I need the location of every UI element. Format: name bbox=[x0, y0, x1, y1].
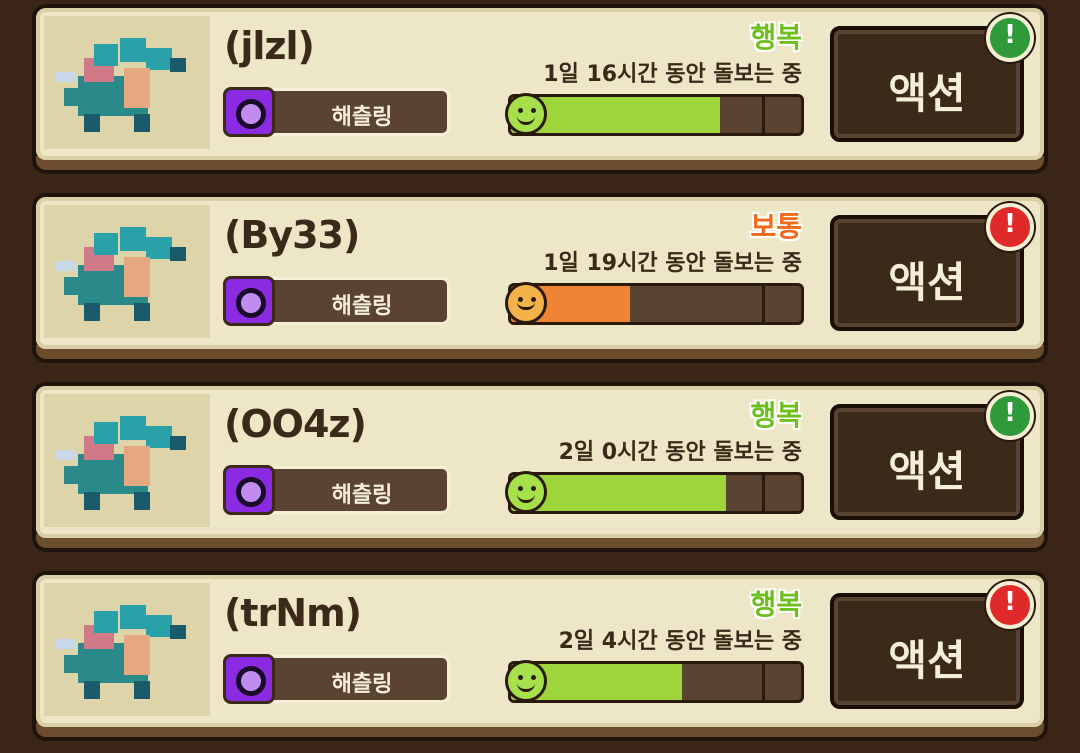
alert-badge-icon[interactable]: ! bbox=[986, 581, 1034, 629]
trait-chip: 해츨링 bbox=[223, 87, 450, 137]
ring-icon bbox=[223, 276, 275, 326]
ring-icon bbox=[223, 465, 275, 515]
pet-name: (jlzl) bbox=[224, 24, 315, 68]
happy-face-icon bbox=[505, 93, 547, 135]
bar-notch bbox=[762, 664, 765, 700]
care-time: 2일 4시간 동안 돌보는 중 bbox=[558, 629, 802, 654]
neutral-face-icon bbox=[505, 282, 547, 324]
exclamation-icon: ! bbox=[1004, 398, 1016, 428]
alert-badge-icon[interactable]: ! bbox=[986, 14, 1034, 62]
exclamation-icon: ! bbox=[1004, 20, 1016, 50]
mood-label: 행복 bbox=[750, 21, 802, 54]
care-time: 1일 19시간 동안 돌보는 중 bbox=[543, 251, 802, 276]
pet-name: (OO4z) bbox=[224, 402, 367, 446]
mood-bar bbox=[505, 660, 804, 703]
action-label: 액션 bbox=[888, 69, 966, 118]
pet-card[interactable]: (OO4z) 해츨링 행복 2일 0시간 동안 돌보는 중 액션 ! bbox=[32, 382, 1048, 552]
pet-card[interactable]: (trNm) 해츨링 행복 2일 4시간 동안 돌보는 중 액션 ! bbox=[32, 571, 1048, 741]
action-label: 액션 bbox=[888, 447, 966, 496]
ring-icon bbox=[223, 654, 275, 704]
mood-bar bbox=[505, 471, 804, 514]
dragon-portrait bbox=[56, 605, 186, 699]
mood-label: 행복 bbox=[750, 399, 802, 432]
pet-name: (trNm) bbox=[224, 591, 362, 635]
dragon-portrait bbox=[56, 416, 186, 510]
mood-bar bbox=[505, 93, 804, 136]
mood-bar bbox=[505, 282, 804, 325]
action-label: 액션 bbox=[888, 636, 966, 685]
trait-label: 해츨링 bbox=[331, 483, 393, 508]
pet-card[interactable]: (jlzl) 해츨링 행복 1일 16시간 동안 돌보는 중 액션 ! bbox=[32, 4, 1048, 174]
pet-name: (By33) bbox=[224, 213, 360, 257]
trait-label: 해츨링 bbox=[331, 105, 393, 130]
exclamation-icon: ! bbox=[1004, 587, 1016, 617]
dragon-portrait bbox=[56, 38, 186, 132]
happy-face-icon bbox=[505, 660, 547, 702]
trait-chip: 해츨링 bbox=[223, 654, 450, 704]
alert-badge-icon[interactable]: ! bbox=[986, 203, 1034, 251]
trait-chip: 해츨링 bbox=[223, 276, 450, 326]
bar-notch bbox=[762, 97, 765, 133]
mood-label: 보통 bbox=[750, 210, 802, 243]
action-label: 액션 bbox=[888, 258, 966, 307]
trait-label: 해츨링 bbox=[331, 294, 393, 319]
trait-chip: 해츨링 bbox=[223, 465, 450, 515]
bar-notch bbox=[762, 475, 765, 511]
alert-badge-icon[interactable]: ! bbox=[986, 392, 1034, 440]
happy-face-icon bbox=[505, 471, 547, 513]
pet-card[interactable]: (By33) 해츨링 보통 1일 19시간 동안 돌보는 중 액션 ! bbox=[32, 193, 1048, 363]
trait-label: 해츨링 bbox=[331, 672, 393, 697]
care-time: 1일 16시간 동안 돌보는 중 bbox=[543, 62, 802, 87]
exclamation-icon: ! bbox=[1004, 209, 1016, 239]
ring-icon bbox=[223, 87, 275, 137]
mood-label: 행복 bbox=[750, 588, 802, 621]
dragon-portrait bbox=[56, 227, 186, 321]
care-time: 2일 0시간 동안 돌보는 중 bbox=[558, 440, 802, 465]
bar-notch bbox=[762, 286, 765, 322]
